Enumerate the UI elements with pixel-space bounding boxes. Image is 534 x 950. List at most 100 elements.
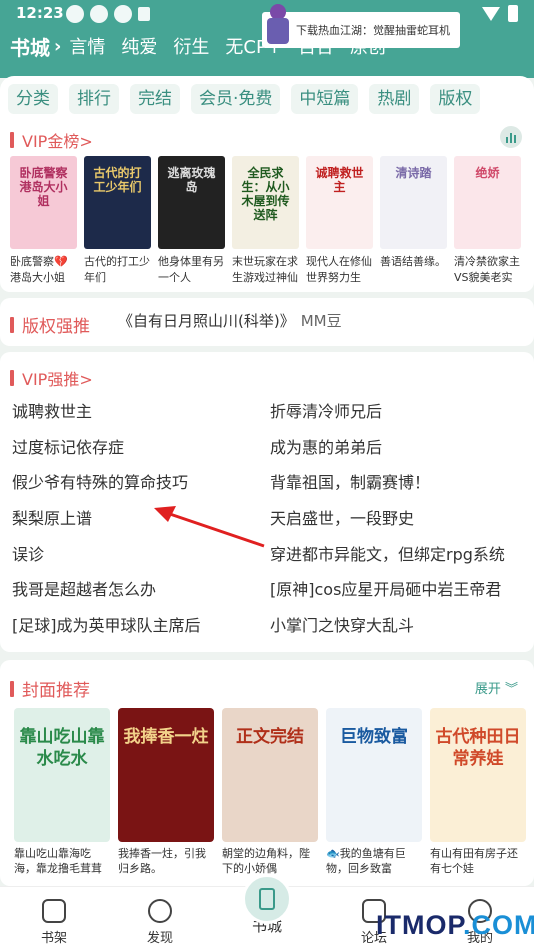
cover-text: 我捧香一炷 bbox=[123, 727, 209, 747]
cover-text: 全民求生：从小木屋到传送阵 bbox=[241, 166, 290, 222]
tab-discover[interactable]: 发现 bbox=[120, 899, 200, 946]
page-title[interactable]: 书城 bbox=[10, 32, 50, 61]
cover-recommend-card: 封面推荐 展开 ︾ 靠山吃山靠水吃水 靠山吃山靠海吃海，靠龙撸毛茸茸 我捧香一炷 我捧… bbox=[0, 660, 534, 886]
copyright-book-link[interactable]: 《自有日月照山川(科举)》 MM豆 bbox=[118, 310, 342, 331]
book-item[interactable]: 绝娇清冷禁欲家主VS貌美老实娇 bbox=[454, 156, 521, 286]
bar-chart-icon[interactable] bbox=[500, 126, 522, 148]
book-link[interactable]: [足球]成为英甲球队主席后 bbox=[12, 612, 270, 636]
copyright-card: 版权强推 《自有日月照山川(科举)》 MM豆 bbox=[0, 298, 534, 346]
book-link[interactable]: 过度标记依存症 bbox=[12, 434, 270, 458]
book-link[interactable]: 折辱清冷师兄后 bbox=[270, 398, 382, 422]
category-button[interactable]: 排行 bbox=[69, 84, 119, 114]
notification-icons bbox=[66, 5, 150, 23]
chevron-right-icon: › bbox=[54, 35, 62, 57]
book-cover: 巨物致富 bbox=[326, 708, 422, 842]
book-item[interactable]: 巨物致富 🐟我的鱼塘有巨物，回乡致富 bbox=[326, 708, 422, 876]
section-marker bbox=[10, 316, 14, 333]
category-button[interactable]: 会员·免费 bbox=[191, 84, 281, 114]
bookstore-fab[interactable] bbox=[242, 874, 292, 924]
book-item[interactable]: 诚聘救世主现代人在修仙世界努力生 bbox=[306, 156, 373, 286]
notification-icon bbox=[114, 5, 132, 23]
book-item[interactable]: 古代种田日常养娃有山有田有房子还有七个娃 bbox=[430, 708, 526, 876]
book-item[interactable]: 古代的打工少年们 古代的打工少年们 bbox=[84, 156, 151, 286]
category-button[interactable]: 分类 bbox=[8, 84, 58, 114]
list-row: 诚聘救世主 折辱清冷师兄后 bbox=[12, 392, 532, 428]
book-link[interactable]: 小掌门之快穿大乱斗 bbox=[270, 612, 414, 636]
book-item[interactable]: 靠山吃山靠水吃水靠山吃山靠海吃海，靠龙撸毛茸茸 bbox=[14, 708, 110, 876]
category-button[interactable]: 热剧 bbox=[369, 84, 420, 114]
book-item[interactable]: 正文完结朝堂的边角料，陛下的小娇偶 bbox=[222, 708, 318, 876]
battery-icon bbox=[508, 5, 518, 22]
book-cover: 靠山吃山靠水吃水 bbox=[14, 708, 110, 842]
book-cover: 全民求生：从小木屋到传送阵 bbox=[232, 156, 299, 249]
book-link[interactable]: 假少爷有特殊的算命技巧 bbox=[12, 469, 270, 493]
tab-bookshelf[interactable]: 书架 bbox=[14, 899, 94, 946]
cover-text: 逃离玫瑰岛 bbox=[167, 166, 216, 194]
double-chevron-down-icon: ︾ bbox=[504, 682, 518, 697]
copyright-title: 版权强推 bbox=[10, 312, 90, 337]
channel-tab[interactable]: 言情 bbox=[69, 33, 105, 59]
vip-rank-book-list: 卧底警察港岛大小姐卧底警察💔港岛大小姐 古代的打工少年们 古代的打工少年们 逃离玫瑰岛… bbox=[10, 156, 521, 286]
cover-text: 清诗踏 bbox=[395, 166, 432, 180]
book-link[interactable]: 背靠祖国，制霸赛博！ bbox=[270, 469, 430, 493]
book-item[interactable]: 我捧香一炷我捧香一炷，引我归乡路。 bbox=[118, 708, 214, 876]
vip-rank-title[interactable]: VIP金榜> bbox=[10, 128, 93, 152]
section-marker bbox=[10, 132, 14, 148]
book-cover: 卧底警察港岛大小姐 bbox=[10, 156, 77, 249]
section-title-text: 封面推荐 bbox=[22, 681, 90, 701]
book-title: 朝堂的边角料，陛下的小娇偶 bbox=[222, 847, 310, 875]
list-row: [足球]成为英甲球队主席后 小掌门之快穿大乱斗 bbox=[12, 606, 532, 642]
book-link[interactable]: 诚聘救世主 bbox=[12, 398, 270, 422]
book-item[interactable]: 卧底警察港岛大小姐卧底警察💔港岛大小姐 bbox=[10, 156, 77, 286]
list-row: 误诊 穿进都市异能文，但绑定rpg系统 bbox=[12, 535, 532, 571]
book-title: 卧底警察💔港岛大小姐 bbox=[10, 255, 68, 284]
book-link[interactable]: [原神]cos应星开局砸中岩王帝君 bbox=[270, 576, 501, 600]
system-icons bbox=[482, 5, 518, 22]
book-link[interactable]: 穿进都市异能文，但绑定rpg系统 bbox=[270, 541, 505, 565]
book-cover: 正文完结 bbox=[222, 708, 318, 842]
section-marker bbox=[10, 680, 14, 697]
book-item[interactable]: 逃离玫瑰岛 他身体里有另一个人 bbox=[158, 156, 225, 286]
book-cover: 古代的打工少年们 bbox=[84, 156, 151, 249]
section-marker bbox=[10, 370, 14, 386]
copyright-book-title: 《自有日月照山川(科举)》 bbox=[118, 312, 295, 330]
vip-push-title[interactable]: VIP强推> bbox=[10, 366, 93, 390]
book-title: 善语结善缘。 bbox=[380, 255, 446, 268]
vip-push-list: 诚聘救世主 折辱清冷师兄后 过度标记依存症 成为惠的弟弟后 假少爷有特殊的算命技巧 背靠祖… bbox=[12, 392, 532, 642]
channel-tab[interactable]: 衍生 bbox=[173, 33, 209, 59]
expand-button[interactable]: 展开 ︾ bbox=[475, 678, 518, 697]
book-title: 靠山吃山靠海吃海，靠龙撸毛茸茸 bbox=[14, 847, 102, 875]
search-icon bbox=[148, 899, 172, 923]
copyright-author: MM豆 bbox=[300, 312, 342, 330]
cover-text: 巨物致富 bbox=[340, 727, 408, 747]
book-title: 我捧香一炷，引我归乡路。 bbox=[118, 847, 206, 875]
channel-tab[interactable]: 纯爱 bbox=[121, 33, 157, 59]
cover-text: 绝娇 bbox=[475, 166, 500, 180]
book-link[interactable]: 成为惠的弟弟后 bbox=[270, 434, 382, 458]
list-row: 我哥是超越者怎么办 [原神]cos应星开局砸中岩王帝君 bbox=[12, 570, 532, 606]
book-cover: 我捧香一炷 bbox=[118, 708, 214, 842]
cover-text: 诚聘救世主 bbox=[315, 166, 364, 194]
annotation-arrow bbox=[154, 506, 265, 548]
bookshelf-icon bbox=[42, 899, 66, 923]
ad-text: 下载热血江湖：觉醒抽雷蛇耳机 bbox=[296, 24, 450, 37]
book-link[interactable]: 我哥是超越者怎么办 bbox=[12, 576, 270, 600]
book-item[interactable]: 全民求生：从小木屋到传送阵 末世玩家在求生游戏过神仙 bbox=[232, 156, 299, 286]
book-title: 现代人在修仙世界努力生 bbox=[306, 255, 372, 284]
cover-text: 卧底警察港岛大小姐 bbox=[19, 166, 68, 208]
category-button[interactable]: 完结 bbox=[130, 84, 180, 114]
book-cover: 诚聘救世主 bbox=[306, 156, 373, 249]
top-header: 12:23 书城 › 言情 纯爱 衍生 无CP+ 百合 原创 下载热血江湖：觉醒… bbox=[0, 0, 534, 78]
tab-label: 书架 bbox=[40, 931, 67, 946]
book-link[interactable]: 天启盛世，一段野史 bbox=[270, 505, 414, 529]
watermark-text: ITMOP bbox=[376, 910, 464, 940]
list-row: 假少爷有特殊的算命技巧 背靠祖国，制霸赛博！ bbox=[12, 463, 532, 499]
expand-label: 展开 bbox=[474, 682, 501, 697]
cover-text: 古代种田日常养娃 bbox=[435, 727, 521, 769]
book-title: 有山有田有房子还有七个娃 bbox=[430, 847, 518, 875]
ad-banner[interactable]: 下载热血江湖：觉醒抽雷蛇耳机 bbox=[262, 4, 460, 48]
category-button[interactable]: 版权 bbox=[430, 84, 481, 114]
book-item[interactable]: 清诗踏 善语结善缘。 bbox=[380, 156, 447, 286]
category-button[interactable]: 中短篇 bbox=[291, 84, 359, 114]
notification-icon bbox=[138, 7, 150, 21]
